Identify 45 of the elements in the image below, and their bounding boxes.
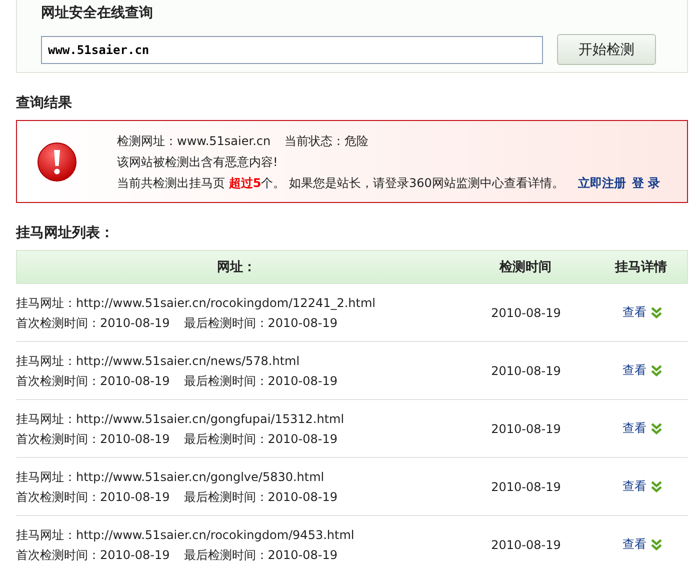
alert-text: 检测网址：www.51saier.cn <box>117 132 271 148</box>
column-header: 检测时间 <box>498 259 552 276</box>
view-link[interactable]: 查看 <box>622 304 646 321</box>
warning-icon <box>37 142 77 182</box>
column-header: 挂马详情 <box>614 258 668 276</box>
double-chevron-icon <box>650 422 662 434</box>
url-field[interactable]: www.51saier.cn <box>41 36 543 64</box>
date-text: 最后检测时间：2010-08-19 <box>184 316 338 330</box>
date-text: 首次检测时间：2010-08-19 <box>16 490 170 504</box>
alert-link[interactable]: 立即注册 <box>578 174 626 190</box>
view-link[interactable]: 查看 <box>622 362 646 379</box>
date-text: 最后检测时间：2010-08-19 <box>184 548 338 562</box>
alert-text: 当前状态：危险 <box>284 132 369 148</box>
double-chevron-icon <box>650 480 662 492</box>
url-text: 挂马网址：http://www.51saier.cn/rocokingdom/9453.html <box>16 528 356 542</box>
table-cell-text: 2010-08-19 <box>490 538 562 552</box>
view-link[interactable]: 查看 <box>622 420 646 437</box>
alert-link[interactable]: 登 录 <box>632 174 660 190</box>
date-text: 首次检测时间：2010-08-19 <box>16 548 170 562</box>
date-text: 最后检测时间：2010-08-19 <box>184 432 338 446</box>
table-cell-text: 2010-08-19 <box>490 422 562 436</box>
section-title: 挂马网址列表： <box>16 224 115 242</box>
date-text: 最后检测时间：2010-08-19 <box>184 490 338 504</box>
panel-title: 网址安全在线查询 <box>41 4 154 22</box>
double-chevron-icon <box>650 306 662 318</box>
date-text: 最后检测时间：2010-08-19 <box>184 374 338 388</box>
date-text: 首次检测时间：2010-08-19 <box>16 374 170 388</box>
url-text: 挂马网址：http://www.51saier.cn/gongfupai/15312.html <box>16 412 346 426</box>
alert-text: 该网站被检测出含有恶意内容! <box>117 154 278 170</box>
double-chevron-icon <box>650 538 662 550</box>
url-text: 挂马网址：http://www.51saier.cn/rocokingdom/12241_2.html <box>16 296 377 310</box>
table-cell-text: 2010-08-19 <box>490 480 562 494</box>
start-button[interactable]: 开始检测 <box>557 34 656 65</box>
alert-text: 当前共检测出挂马页 超过5个。 如果您是站长，请登录360网站监测中心查看详情。 <box>117 174 564 190</box>
double-chevron-icon <box>650 364 662 376</box>
date-text: 首次检测时间：2010-08-19 <box>16 316 170 330</box>
url-text: 挂马网址：http://www.51saier.cn/news/578.html <box>16 354 301 368</box>
view-link[interactable]: 查看 <box>622 536 646 553</box>
section-title: 查询结果 <box>16 94 73 112</box>
table-cell-text: 2010-08-19 <box>490 306 562 320</box>
url-text: 挂马网址：http://www.51saier.cn/gonglve/5830.html <box>16 470 326 484</box>
date-text: 首次检测时间：2010-08-19 <box>16 432 170 446</box>
view-link[interactable]: 查看 <box>622 478 646 495</box>
table-cell-text: 2010-08-19 <box>490 364 562 378</box>
column-header: 网址： <box>216 259 257 276</box>
